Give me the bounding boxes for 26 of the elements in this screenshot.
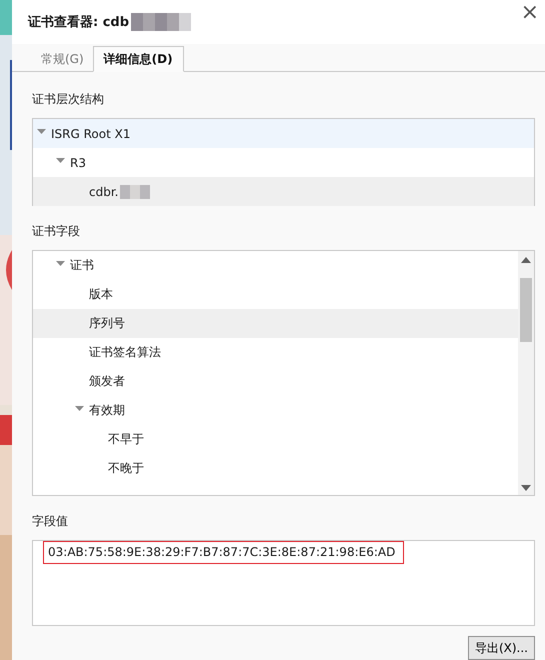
scroll-down-icon[interactable] <box>521 485 531 491</box>
close-button[interactable]: × <box>514 2 545 24</box>
section-label: 字段值 <box>32 513 69 530</box>
tree-item[interactable]: 版本 <box>33 280 518 309</box>
tree-item[interactable]: 不早于 <box>33 425 518 454</box>
tree-item[interactable]: R3 <box>33 148 534 177</box>
tree-item[interactable]: 证书签名算法 <box>33 338 518 367</box>
tree-item[interactable]: 颁发者 <box>33 367 518 396</box>
tab[interactable]: 常规(G) <box>32 47 93 71</box>
tree-item[interactable]: 不晚于 <box>33 454 518 483</box>
tree-item[interactable]: ISRG Root X1 <box>33 119 534 148</box>
field-value: 03:AB:75:58:9E:38:29:F7:B7:87:7C:3E:8E:87:21:98:E6:AD <box>43 541 404 564</box>
tree-item[interactable]: 序列号 <box>33 309 518 338</box>
tree-item[interactable]: 有效期 <box>33 396 518 425</box>
tree-item[interactable]: cdbr. <box>33 177 534 206</box>
scroll-up-icon[interactable] <box>521 257 531 263</box>
section-label: 证书层次结构 <box>32 91 105 108</box>
tab[interactable]: 详细信息(D) <box>92 46 184 72</box>
window-title: 证书查看器: cdb <box>28 14 130 31</box>
scrollbar[interactable] <box>518 251 534 495</box>
export-button[interactable]: 导出(X)... <box>468 636 535 660</box>
scrollbar-thumb[interactable] <box>520 278 532 342</box>
section-label: 证书字段 <box>32 223 81 240</box>
redaction-mark <box>131 12 192 32</box>
tree-item[interactable]: 证书 <box>33 251 518 280</box>
value-field[interactable]: 03:AB:75:58:9E:38:29:F7:B7:87:7C:3E:8E:87:21:98:E6:AD <box>32 540 535 626</box>
